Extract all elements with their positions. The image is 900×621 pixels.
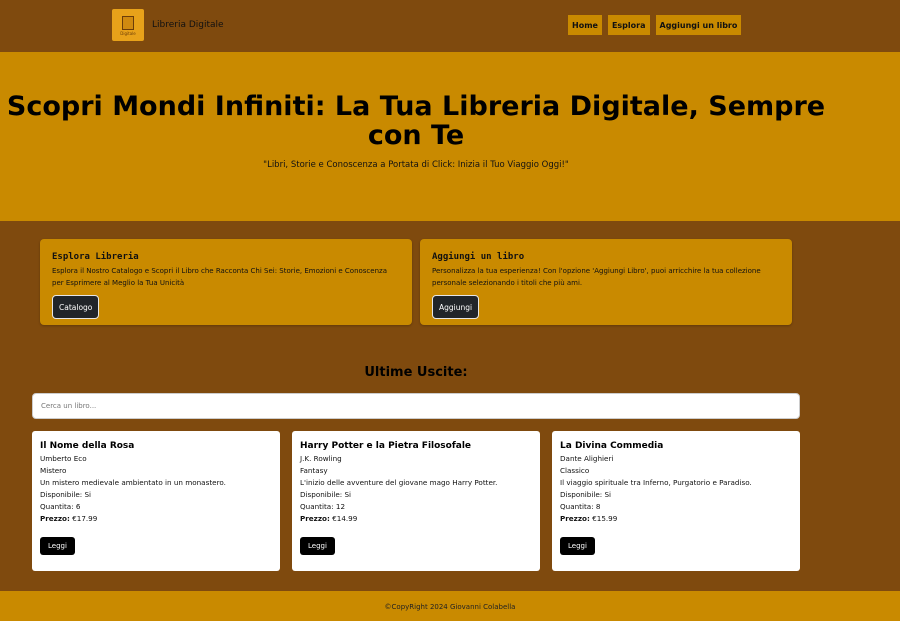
book-title: Il Nome della Rosa (40, 441, 135, 451)
book-price: Prezzo: €15.99 (560, 513, 792, 525)
add-button[interactable]: Aggiungi (432, 295, 480, 319)
nav-links: Home Esplora Aggiungi un libro (568, 15, 742, 35)
brand-name[interactable]: Libreria Digitale (152, 20, 224, 30)
book-quantity: Quantita: 8 (560, 502, 601, 511)
add-book-card-title: Aggiungi un libro (432, 252, 525, 262)
book-genre: Mistero (40, 466, 67, 475)
book-title: Harry Potter e la Pietra Filosofale (300, 441, 472, 451)
explore-card-title: Esplora Libreria (52, 252, 139, 262)
book-card: Harry Potter e la Pietra Filosofale J.K.… (292, 431, 540, 571)
brand[interactable]: Digitale Libreria Digitale (112, 9, 224, 41)
logo: Digitale (112, 9, 144, 41)
book-card: La Divina Commedia Dante Alighieri Class… (552, 431, 800, 571)
price-label: Prezzo: (300, 514, 330, 523)
book-author: J.K. Rowling (300, 454, 342, 463)
book-author: Umberto Eco (40, 454, 87, 463)
hero: Scopri Mondi Infiniti: La Tua Libreria D… (0, 52, 900, 221)
book-price: Prezzo: €17.99 (40, 513, 272, 525)
add-book-card-description: Personalizza la tua esperienza! Con l'op… (432, 267, 761, 287)
price-label: Prezzo: (560, 514, 590, 523)
catalog-button[interactable]: Catalogo (52, 295, 100, 319)
price-value: €14.99 (332, 514, 358, 523)
book-description: Il viaggio spirituale tra Inferno, Purga… (560, 478, 752, 487)
book-title: La Divina Commedia (560, 441, 664, 451)
read-button[interactable]: Leggi (300, 537, 335, 555)
read-button[interactable]: Leggi (560, 537, 595, 555)
add-book-card: Aggiungi un libro Personalizza la tua es… (420, 239, 792, 325)
price-value: €15.99 (592, 514, 618, 523)
book-price: Prezzo: €14.99 (300, 513, 532, 525)
book-availability: Disponibile: Si (40, 490, 92, 499)
navbar: Digitale Libreria Digitale Home Esplora … (0, 0, 900, 52)
search-input[interactable] (32, 393, 800, 419)
hero-title: Scopri Mondi Infiniti: La Tua Libreria D… (6, 91, 826, 151)
book-author: Dante Alighieri (560, 454, 614, 463)
logo-text: Digitale (120, 31, 136, 36)
book-genre: Classico (560, 466, 590, 475)
explore-card: Esplora Libreria Esplora il Nostro Catal… (40, 239, 412, 325)
book-list: Il Nome della Rosa Umberto Eco Mistero U… (32, 431, 800, 571)
book-icon (122, 16, 134, 30)
price-label: Prezzo: (40, 514, 70, 523)
book-availability: Disponibile: Si (300, 490, 352, 499)
book-description: Un mistero medievale ambientato in un mo… (40, 478, 226, 487)
hero-subtitle: "Libri, Storie e Conoscenza a Portata di… (263, 160, 569, 170)
read-button[interactable]: Leggi (40, 537, 75, 555)
nav-add-book-button[interactable]: Aggiungi un libro (655, 15, 742, 35)
book-card: Il Nome della Rosa Umberto Eco Mistero U… (32, 431, 280, 571)
latest-title: Ultime Uscite: (364, 365, 468, 380)
nav-home-button[interactable]: Home (568, 15, 602, 35)
book-availability: Disponibile: Si (560, 490, 612, 499)
nav-explore-button[interactable]: Esplora (607, 15, 650, 35)
book-quantity: Quantita: 12 (300, 502, 346, 511)
book-genre: Fantasy (300, 466, 328, 475)
copyright-text: ©CopyRight 2024 Giovanni Colabella (384, 603, 516, 611)
book-quantity: Quantita: 6 (40, 502, 81, 511)
price-value: €17.99 (72, 514, 98, 523)
explore-card-description: Esplora il Nostro Catalogo e Scopri il L… (52, 267, 387, 287)
book-description: L'inizio delle avventure del giovane mag… (300, 478, 498, 487)
footer: ©CopyRight 2024 Giovanni Colabella (0, 591, 900, 621)
